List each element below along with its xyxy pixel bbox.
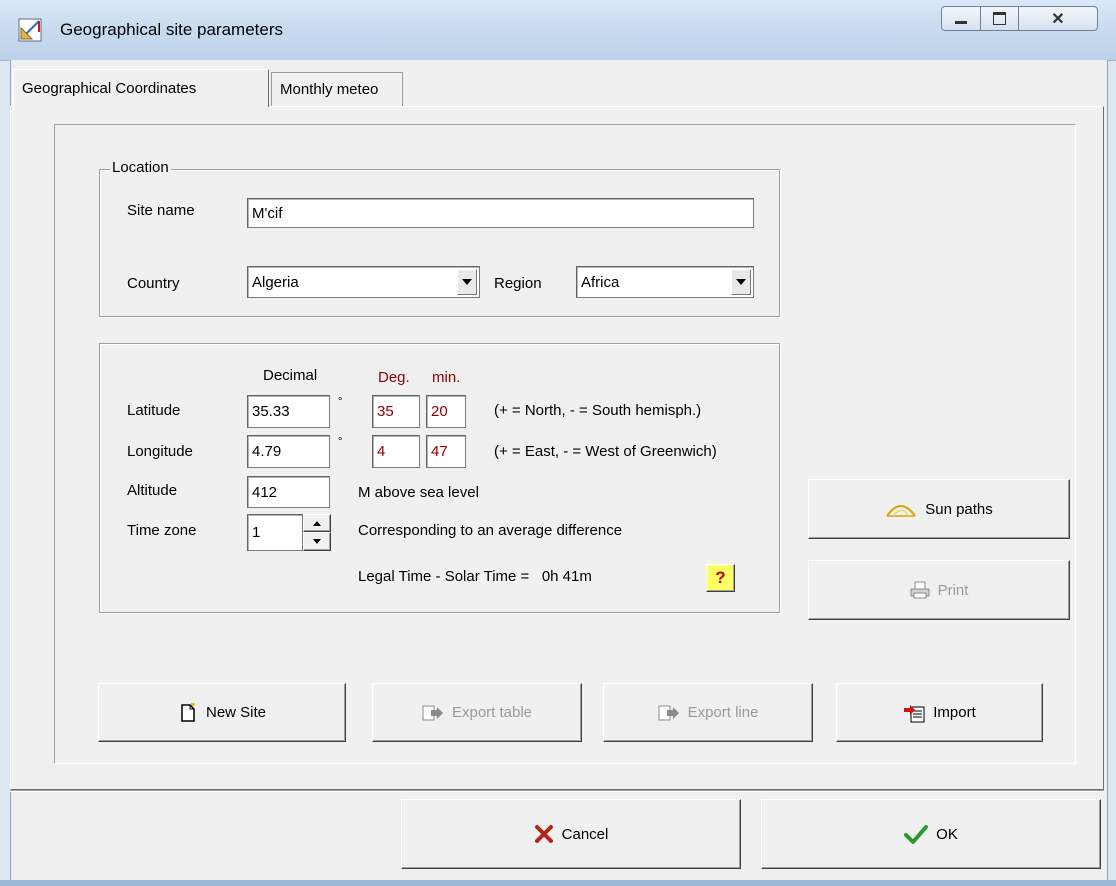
time-zone-label: Time zone: [127, 522, 197, 539]
new-document-icon: [181, 702, 195, 722]
minutes-header: min.: [432, 369, 461, 386]
drafting-icon: [18, 18, 42, 42]
site-name-value: M'cif: [252, 204, 283, 222]
longitude-label: Longitude: [127, 443, 193, 460]
export-line-button[interactable]: Export line: [603, 683, 813, 742]
country-value: Algeria: [252, 273, 299, 291]
separator: [10, 790, 1104, 792]
printer-icon: [910, 581, 930, 599]
window-bottom-edge: [0, 880, 1116, 886]
close-button[interactable]: ✕: [1018, 6, 1098, 31]
longitude-minutes-input[interactable]: 47: [426, 435, 466, 468]
latitude-minutes-input[interactable]: 20: [426, 395, 466, 428]
country-select[interactable]: Algeria: [247, 266, 480, 298]
window-title: Geographical site parameters: [60, 20, 284, 39]
time-zone-input[interactable]: 1: [247, 514, 303, 551]
longitude-degrees-value: 4: [377, 443, 386, 460]
chevron-down-icon[interactable]: [731, 269, 751, 295]
degrees-header: Deg.: [378, 369, 410, 386]
maximize-button[interactable]: [980, 6, 1019, 31]
altitude-value: 412: [252, 483, 278, 501]
import-label: Import: [933, 704, 976, 721]
longitude-minutes-value: 47: [431, 443, 448, 460]
spin-up-button[interactable]: [303, 514, 331, 532]
degree-symbol: °: [338, 396, 343, 408]
decimal-header: Decimal: [263, 367, 318, 384]
longitude-degrees-input[interactable]: 4: [372, 435, 420, 468]
minimize-icon: [955, 21, 967, 24]
location-legend: Location: [110, 159, 171, 176]
altitude-label: Altitude: [127, 482, 178, 499]
sun-arc-icon: [886, 505, 917, 517]
country-label: Country: [127, 275, 180, 292]
latitude-label: Latitude: [127, 402, 181, 419]
site-name-input[interactable]: M'cif: [247, 198, 754, 228]
chevron-down-icon[interactable]: [457, 269, 477, 295]
latitude-decimal-input[interactable]: 35.33: [247, 395, 330, 428]
tab-label: Monthly meteo: [280, 81, 379, 98]
new-site-button[interactable]: New Site: [98, 683, 346, 742]
legal-solar-time: Legal Time - Solar Time = 0h 41m: [358, 568, 592, 585]
site-name-label: Site name: [127, 202, 195, 219]
export-line-label: Export line: [687, 704, 759, 721]
degree-symbol: °: [338, 436, 343, 448]
time-zone-spinner[interactable]: [303, 514, 331, 551]
export-table-label: Export table: [451, 704, 533, 721]
print-button[interactable]: Print: [808, 560, 1070, 620]
latitude-degrees-value: 35: [377, 403, 394, 420]
ok-label: OK: [936, 825, 958, 843]
import-icon: [904, 704, 925, 722]
help-button[interactable]: ?: [706, 564, 735, 592]
latitude-minutes-value: 20: [431, 403, 448, 420]
sun-paths-label: Sun paths: [925, 500, 993, 518]
longitude-decimal-value: 4.79: [252, 443, 282, 460]
time-zone-value: 1: [252, 524, 261, 541]
sun-paths-button[interactable]: Sun paths: [808, 479, 1070, 539]
export-icon: [422, 705, 443, 720]
time-zone-note: Corresponding to an average difference: [358, 522, 623, 539]
x-mark-icon: [534, 825, 553, 843]
arrow-down-icon: [313, 539, 321, 544]
latitude-decimal-value: 35.33: [252, 403, 290, 420]
spin-down-button[interactable]: [303, 532, 331, 551]
latitude-degrees-input[interactable]: 35: [372, 395, 420, 428]
question-icon: ?: [715, 568, 726, 587]
longitude-decimal-input[interactable]: 4.79: [247, 435, 330, 468]
tab-label: Geographical Coordinates: [22, 80, 197, 97]
region-value: Africa: [581, 273, 620, 291]
region-select[interactable]: Africa: [576, 266, 754, 298]
checkmark-icon: [904, 825, 929, 844]
tab-geographical-coordinates[interactable]: Geographical Coordinates: [13, 69, 269, 107]
maximize-icon: [993, 12, 1006, 25]
minimize-button[interactable]: [941, 6, 981, 31]
tab-monthly-meteo[interactable]: Monthly meteo: [271, 72, 403, 106]
region-label: Region: [494, 275, 542, 292]
altitude-input[interactable]: 412: [247, 476, 330, 508]
cancel-label: Cancel: [561, 825, 609, 843]
cancel-button[interactable]: Cancel: [401, 799, 741, 869]
import-button[interactable]: Import: [836, 683, 1043, 742]
altitude-unit: M above sea level: [358, 484, 479, 501]
arrow-up-icon: [313, 520, 321, 526]
export-table-button[interactable]: Export table: [372, 683, 582, 742]
latitude-hint: (+ = North, - = South hemisph.): [494, 402, 702, 419]
longitude-hint: (+ = East, - = West of Greenwich): [494, 443, 717, 460]
ok-button[interactable]: OK: [761, 799, 1101, 869]
new-site-label: New Site: [205, 704, 267, 721]
close-icon: ✕: [1051, 10, 1065, 28]
export-icon: [658, 705, 679, 720]
print-label: Print: [937, 581, 969, 599]
